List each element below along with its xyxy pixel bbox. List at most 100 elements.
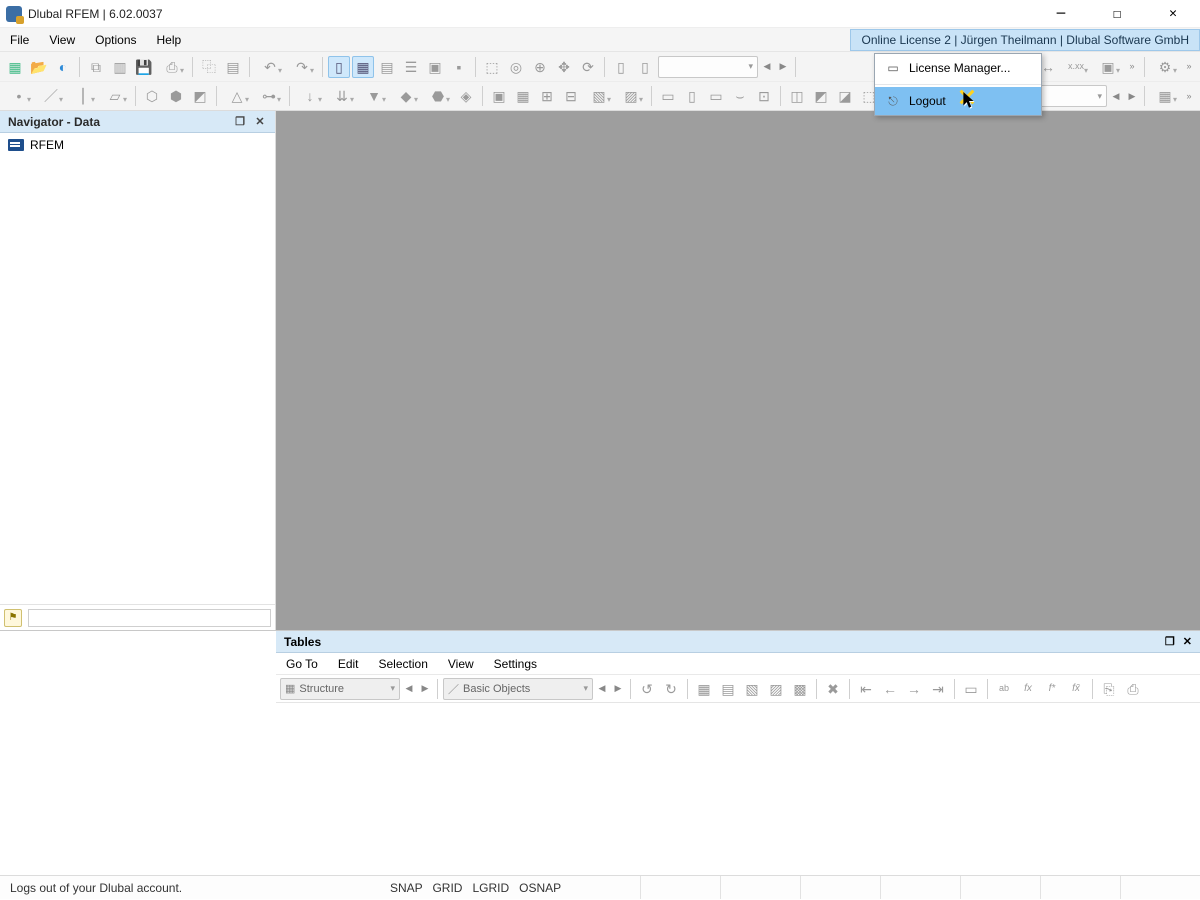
navigator-filter-input[interactable] [28, 609, 271, 627]
menu-help[interactable]: Help [147, 29, 192, 51]
view-mode-2-button[interactable]: ▦ [352, 56, 374, 78]
more-row2b-button[interactable]: » [1182, 85, 1196, 107]
format-button[interactable]: x.xx [1061, 56, 1091, 78]
table-view-button[interactable]: ▤ [376, 56, 398, 78]
menu-view[interactable]: View [39, 29, 85, 51]
script-button[interactable]: ☰ [400, 56, 422, 78]
redo-button[interactable]: ↷ [287, 56, 317, 78]
analysis-tool-6[interactable]: ▨ [616, 85, 646, 107]
pan-button[interactable]: ✥ [553, 56, 575, 78]
tables-tool-move1[interactable]: ⇤ [855, 678, 877, 700]
tables-dock-button[interactable]: ❐ [1165, 635, 1175, 648]
zoom-in-button[interactable]: ⊕ [529, 56, 551, 78]
view-left-button[interactable]: ▯ [610, 56, 632, 78]
tables-tool-del[interactable]: ✖ [822, 678, 844, 700]
open-file-button[interactable]: 📂 [28, 56, 50, 78]
status-indicators[interactable]: SNAP GRID LGRID OSNAP [380, 881, 571, 895]
clipboard-button[interactable]: ⧉ [85, 56, 107, 78]
model-tool-2[interactable]: ⬢ [165, 85, 187, 107]
orbit-button[interactable]: ⟳ [577, 56, 599, 78]
tables-tool-move3[interactable]: → [903, 678, 925, 700]
tables-combo-structure[interactable]: ▦ Structure ▾ [280, 678, 400, 700]
minimize-button[interactable] [1046, 4, 1076, 24]
terminal-button[interactable]: ▣ [424, 56, 446, 78]
tables-tool-fx4[interactable]: fx̄ [1065, 678, 1087, 700]
result-tool-4[interactable]: ⌣ [729, 85, 751, 107]
tables-tool-4[interactable]: ▤ [717, 678, 739, 700]
zoom-window-button[interactable]: ⬚ [481, 56, 503, 78]
navigator-dock-button[interactable]: ❐ [233, 115, 247, 129]
result-tool-2[interactable]: ▯ [681, 85, 703, 107]
viewport-3d[interactable] [276, 111, 1200, 630]
line-tool-button[interactable]: ／ [36, 85, 66, 107]
tool-last-button[interactable]: ⚙ [1150, 56, 1180, 78]
close-window-button[interactable] [1158, 4, 1188, 24]
prev-view-button[interactable]: ◀ [760, 56, 774, 78]
result-tool-3[interactable]: ▭ [705, 85, 727, 107]
model-tool-1[interactable]: ⬡ [141, 85, 163, 107]
view-combo[interactable]: ▾ [658, 56, 758, 78]
surface-tool-button[interactable]: ▱ [100, 85, 130, 107]
load-tool-5[interactable]: ⬣ [423, 85, 453, 107]
lc-prev-button[interactable]: ◀ [1109, 85, 1123, 107]
view-right-button[interactable]: ▯ [634, 56, 656, 78]
tables-tool-7[interactable]: ▩ [789, 678, 811, 700]
tables-tool-3[interactable]: ▦ [693, 678, 715, 700]
menu-options[interactable]: Options [85, 29, 146, 51]
tables-tool-export1[interactable]: ⎘ [1098, 678, 1120, 700]
tables-menu-selection[interactable]: Selection [369, 654, 438, 674]
display-button[interactable]: ▣ [1093, 56, 1123, 78]
view-mode-1-button[interactable]: ▯ [328, 56, 350, 78]
tables-tool-fx3[interactable]: f* [1041, 678, 1063, 700]
tables-struct-next[interactable]: ▶ [418, 678, 432, 700]
extra-tool-2[interactable]: ◩ [810, 85, 832, 107]
navigator-close-button[interactable]: ✕ [253, 115, 267, 129]
tables-struct-prev[interactable]: ◀ [402, 678, 416, 700]
tables-tool-6[interactable]: ▨ [765, 678, 787, 700]
navigator-tree[interactable]: RFEM [0, 133, 275, 604]
support-tool-button[interactable]: △ [222, 85, 252, 107]
zoom-extents-button[interactable]: ◎ [505, 56, 527, 78]
hinge-tool-button[interactable]: ⊶ [254, 85, 284, 107]
paste-button[interactable]: ▥ [109, 56, 131, 78]
copy-button[interactable]: ⿻ [198, 56, 220, 78]
tree-root-node[interactable]: RFEM [6, 137, 269, 153]
analysis-tool-2[interactable]: ▦ [512, 85, 534, 107]
result-tool-5[interactable]: ⊡ [753, 85, 775, 107]
tables-menu-settings[interactable]: Settings [484, 654, 547, 674]
properties-button[interactable]: ▤ [222, 56, 244, 78]
tables-menu-goto[interactable]: Go To [276, 654, 328, 674]
tool-button-1[interactable]: ▪ [448, 56, 470, 78]
lc-next-button[interactable]: ▶ [1125, 85, 1139, 107]
model-tool-3[interactable]: ◩ [189, 85, 211, 107]
result-tool-1[interactable]: ▭ [657, 85, 679, 107]
next-view-button[interactable]: ▶ [776, 56, 790, 78]
extra-tool-3[interactable]: ◪ [834, 85, 856, 107]
tables-tool-move4[interactable]: ⇥ [927, 678, 949, 700]
tables-combo-basic[interactable]: ／ Basic Objects ▾ [443, 678, 593, 700]
load-tool-3[interactable]: ▼ [359, 85, 389, 107]
tables-close-button[interactable]: ✕ [1183, 635, 1192, 648]
license-manager-menu-item[interactable]: ▭ License Manager... [875, 54, 1041, 82]
analysis-tool-1[interactable]: ▣ [488, 85, 510, 107]
save-button[interactable]: 💾 [133, 56, 155, 78]
filter-icon[interactable]: ⚑ [4, 609, 22, 627]
results-view-button[interactable]: ▦ [1150, 85, 1180, 107]
logout-menu-item[interactable]: ⎋ Logout [875, 87, 1041, 115]
tables-tool-win[interactable]: ▭ [960, 678, 982, 700]
analysis-tool-5[interactable]: ▧ [584, 85, 614, 107]
tables-menu-edit[interactable]: Edit [328, 654, 369, 674]
analysis-tool-4[interactable]: ⊟ [560, 85, 582, 107]
member-tool-button[interactable]: ⎮ [68, 85, 98, 107]
tables-tool-fx1[interactable]: ab [993, 678, 1015, 700]
more-row1-button[interactable]: » [1125, 56, 1139, 78]
license-banner[interactable]: Online License 2 | Jürgen Theilmann | Dl… [850, 29, 1200, 51]
tables-tool-2[interactable]: ↻ [660, 678, 682, 700]
load-tool-2[interactable]: ⇊ [327, 85, 357, 107]
tables-tool-5[interactable]: ▧ [741, 678, 763, 700]
load-tool-6[interactable]: ◈ [455, 85, 477, 107]
node-tool-button[interactable]: • [4, 85, 34, 107]
tables-basic-next[interactable]: ▶ [611, 678, 625, 700]
load-tool-4[interactable]: ◆ [391, 85, 421, 107]
tables-tool-1[interactable]: ↺ [636, 678, 658, 700]
